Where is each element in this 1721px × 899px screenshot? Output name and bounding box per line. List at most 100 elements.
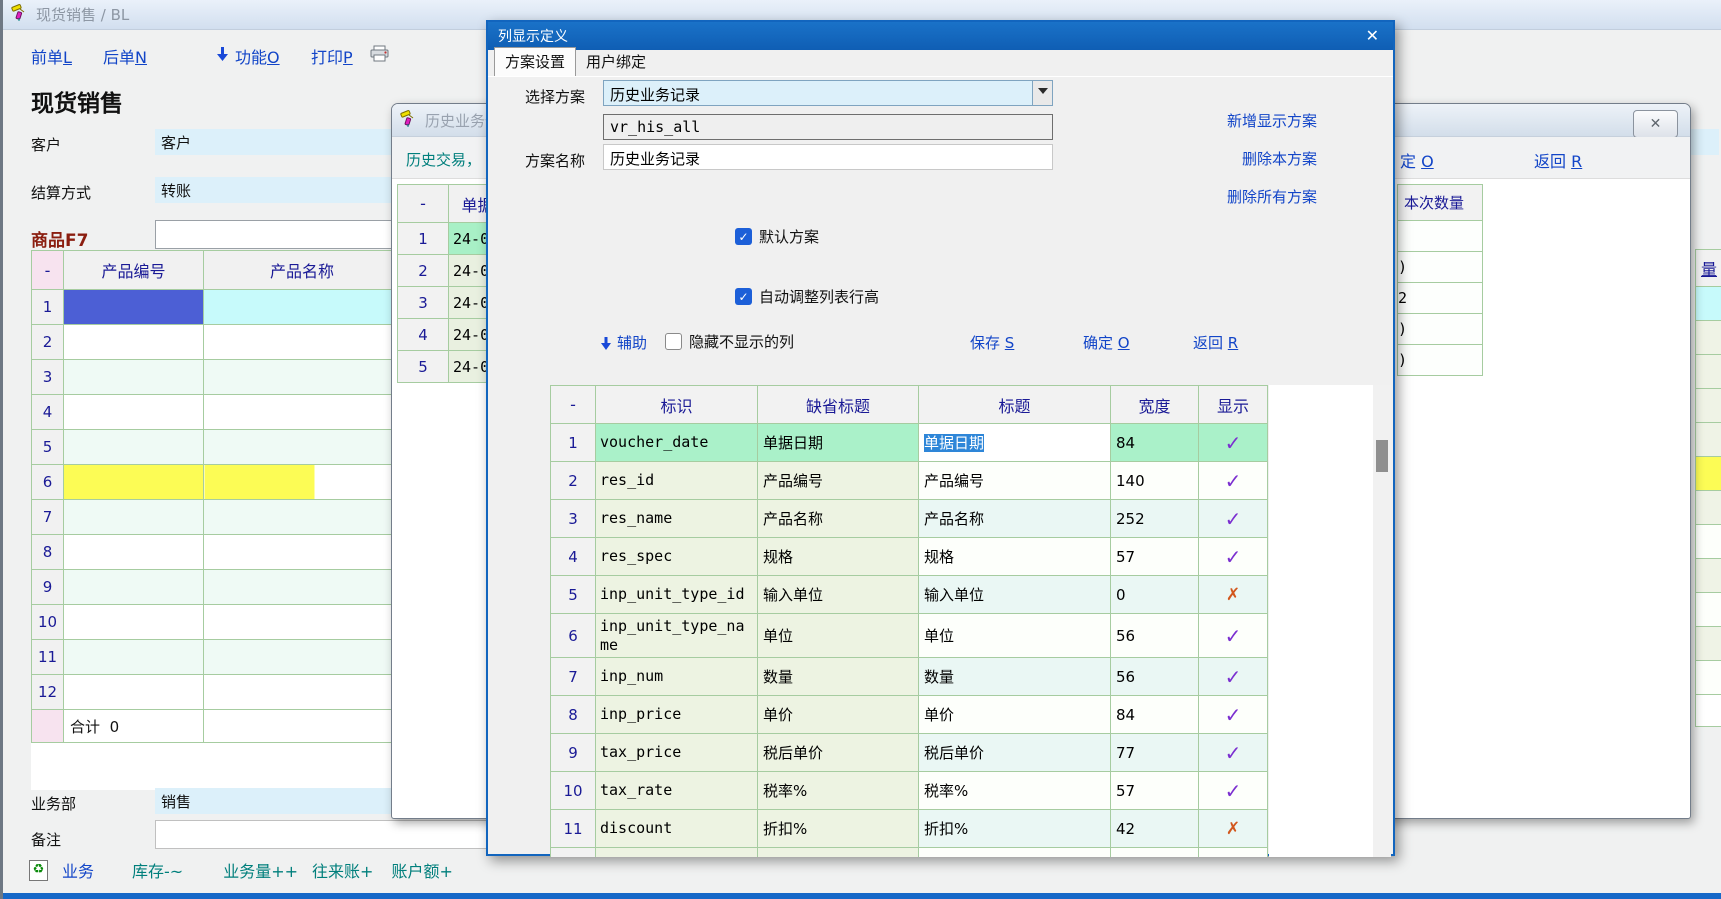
- col-header-width[interactable]: 宽度: [1111, 386, 1199, 424]
- aux-link[interactable]: 辅助: [617, 332, 647, 353]
- col-header-id[interactable]: 标识: [596, 386, 758, 424]
- cell-product-code[interactable]: [64, 430, 204, 465]
- cell-product-code[interactable]: [64, 605, 204, 640]
- main-grid-tail-cell[interactable]: [1695, 286, 1721, 321]
- main-grid-header-code[interactable]: 产品编号: [64, 251, 204, 290]
- cell-width[interactable]: 56: [1111, 614, 1199, 658]
- back-link[interactable]: 返回 R: [1193, 332, 1238, 353]
- history-qty-cell[interactable]: [1397, 220, 1483, 252]
- cell-width[interactable]: 84: [1111, 696, 1199, 734]
- cell-default-title[interactable]: 折后单价: [758, 848, 919, 858]
- cell-field-id[interactable]: tax_price: [596, 734, 758, 772]
- history-ok-link[interactable]: 定 O: [1400, 148, 1434, 172]
- main-grid-tail-cell[interactable]: [1695, 320, 1721, 355]
- cell-product-code[interactable]: [64, 570, 204, 605]
- stock-link[interactable]: 库存-~: [132, 858, 183, 882]
- selected-title-text[interactable]: 单据日期: [924, 434, 984, 452]
- main-grid-tail-cell[interactable]: [1695, 388, 1721, 423]
- cell-width[interactable]: 140: [1111, 462, 1199, 500]
- cell-product-name[interactable]: [204, 535, 401, 570]
- cell-default-title[interactable]: 数量: [758, 658, 919, 696]
- cell-title[interactable]: 数量: [919, 658, 1111, 696]
- cell-title[interactable]: 输入单位: [919, 576, 1111, 614]
- main-grid-tail-cell[interactable]: [1695, 354, 1721, 389]
- col-header-default-title[interactable]: 缺省标题: [758, 386, 919, 424]
- main-grid-header-name[interactable]: 产品名称: [204, 251, 401, 290]
- cell-visible[interactable]: ✓: [1199, 500, 1268, 538]
- cell-title[interactable]: 折后单价: [919, 848, 1111, 858]
- cell-field-id[interactable]: inp_unit_type_id: [596, 576, 758, 614]
- history-qty-cell[interactable]: ): [1397, 313, 1483, 345]
- cell-width[interactable]: 0: [1111, 848, 1199, 858]
- cell-field-id[interactable]: res_id: [596, 462, 758, 500]
- cell-field-id[interactable]: inp_num: [596, 658, 758, 696]
- cell-title[interactable]: 产品名称: [919, 500, 1111, 538]
- balance-link[interactable]: 账户额+: [391, 858, 452, 882]
- cell-product-code[interactable]: [64, 360, 204, 395]
- cell-default-title[interactable]: 产品名称: [758, 500, 919, 538]
- cell-visible[interactable]: ✓: [1199, 772, 1268, 810]
- dropdown-arrow-icon[interactable]: [1032, 81, 1052, 105]
- cell-title[interactable]: 单据日期: [919, 424, 1111, 462]
- cell-product-code[interactable]: [64, 675, 204, 710]
- cell-width[interactable]: 56: [1111, 658, 1199, 696]
- cell-visible[interactable]: ✗: [1199, 810, 1268, 848]
- cell-default-title[interactable]: 折扣%: [758, 810, 919, 848]
- col-header-show[interactable]: 显示: [1199, 386, 1268, 424]
- cell-visible[interactable]: ✓: [1199, 734, 1268, 772]
- cell-width[interactable]: 57: [1111, 538, 1199, 576]
- cell-title[interactable]: 税率%: [919, 772, 1111, 810]
- cell-product-code[interactable]: [64, 325, 204, 360]
- prev-voucher-button[interactable]: 前单L: [31, 44, 72, 68]
- accounts-link[interactable]: 往来账+: [312, 858, 373, 882]
- hide-hidden-checkbox[interactable]: [665, 333, 682, 350]
- cell-width[interactable]: 84: [1111, 424, 1199, 462]
- cell-field-id[interactable]: tax_rate: [596, 772, 758, 810]
- cell-field-id[interactable]: inp_unit_type_name: [596, 614, 758, 658]
- main-grid-tail-cell[interactable]: [1695, 558, 1721, 593]
- business-link[interactable]: 业务: [62, 858, 94, 882]
- cell-width[interactable]: 252: [1111, 500, 1199, 538]
- cell-default-title[interactable]: 单位: [758, 614, 919, 658]
- cell-product-name[interactable]: [204, 290, 401, 325]
- cell-width[interactable]: 0: [1111, 576, 1199, 614]
- cell-visible[interactable]: ✓: [1199, 538, 1268, 576]
- cell-product-code[interactable]: [64, 290, 204, 325]
- col-header-title[interactable]: 标题: [919, 386, 1111, 424]
- main-grid-tail-cell[interactable]: [1695, 422, 1721, 457]
- cell-width[interactable]: 57: [1111, 772, 1199, 810]
- visible-check-icon[interactable]: ✓: [1225, 741, 1242, 765]
- cell-visible[interactable]: ✗: [1199, 576, 1268, 614]
- history-close-button[interactable]: ✕: [1633, 110, 1678, 138]
- visible-check-icon[interactable]: ✓: [1225, 703, 1242, 727]
- cell-product-code[interactable]: [64, 395, 204, 430]
- cell-visible[interactable]: ✓: [1199, 614, 1268, 658]
- functions-button[interactable]: 功能O: [235, 44, 280, 68]
- delete-scheme-link[interactable]: 删除本方案: [1242, 148, 1317, 169]
- cell-title[interactable]: 单位: [919, 614, 1111, 658]
- main-grid-tail-cell[interactable]: [1695, 524, 1721, 559]
- cell-default-title[interactable]: 产品编号: [758, 462, 919, 500]
- ok-link[interactable]: 确定 O: [1083, 332, 1130, 353]
- printer-icon[interactable]: [369, 45, 390, 66]
- visible-check-icon[interactable]: ✓: [1225, 507, 1242, 531]
- volume-link[interactable]: 业务量++: [223, 858, 298, 882]
- next-voucher-button[interactable]: 后单N: [103, 44, 147, 68]
- main-grid-tail-cell[interactable]: [1695, 456, 1721, 491]
- cell-visible[interactable]: ✗: [1199, 848, 1268, 858]
- cell-product-name[interactable]: [204, 570, 401, 605]
- cell-default-title[interactable]: 税后单价: [758, 734, 919, 772]
- main-grid-tail-cell[interactable]: [1695, 660, 1721, 695]
- cell-product-name[interactable]: [204, 500, 401, 535]
- cell-field-id[interactable]: inp_price: [596, 696, 758, 734]
- cell-product-code[interactable]: [64, 500, 204, 535]
- cell-field-id[interactable]: voucher_date: [596, 424, 758, 462]
- history-back-link[interactable]: 返回 R: [1534, 148, 1582, 172]
- cell-field-id[interactable]: res_spec: [596, 538, 758, 576]
- scheme-name-input[interactable]: 历史业务记录: [603, 144, 1053, 170]
- cell-width[interactable]: 42: [1111, 810, 1199, 848]
- main-grid-tail-cell[interactable]: [1695, 490, 1721, 525]
- cell-product-name[interactable]: [204, 325, 401, 360]
- cell-product-code[interactable]: [64, 640, 204, 675]
- visible-x-icon[interactable]: ✗: [1226, 819, 1240, 839]
